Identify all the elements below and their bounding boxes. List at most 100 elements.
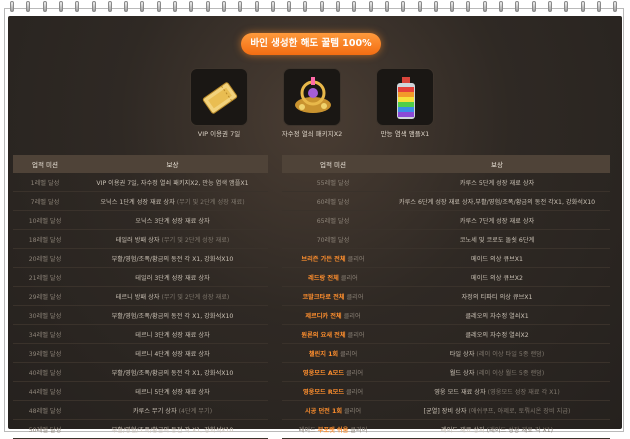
mission-suffix: 클리어 bbox=[344, 293, 364, 301]
binder-ring bbox=[319, 1, 324, 12]
reward-cell: 클레오의 자수정 열쇠X1 bbox=[384, 305, 610, 325]
table-row: 브리즌 가든 전체 클리어 메이드 의상 큐브X1 bbox=[282, 248, 610, 268]
reward-text: 클레오의 자수정 열쇠X1 bbox=[465, 312, 529, 320]
mission-highlight: 코발크타로 전체 bbox=[302, 293, 345, 301]
reward-text: 월드 상자 bbox=[449, 369, 475, 377]
binder-ring bbox=[596, 1, 601, 12]
mission-text: 34레벨 달성 bbox=[28, 331, 62, 339]
mission-highlight: 챌린지 1회 bbox=[308, 350, 339, 358]
mission-suffix: 클리어 bbox=[345, 255, 365, 263]
reward-text: 테르니 3단계 성장 재료 상자 bbox=[135, 331, 210, 339]
reward-cell: 오닉스 1단계 성장 재료 상자 (무기 및 2단계 성장 재료) bbox=[77, 191, 268, 211]
binder-ring bbox=[466, 1, 471, 12]
table-row: 원론의 요새 전체 클리어 클레오의 자수정 열쇠X2 bbox=[282, 324, 610, 344]
reward-cell: 카루스 7단계 성장 재료 상자 bbox=[384, 210, 610, 230]
mission-cell: 레이드 부포렛 쉬움 클리어 bbox=[282, 419, 384, 439]
reward-cell: 자정의 티파티 의상 큐브X1 bbox=[384, 286, 610, 306]
reward-cell: 테일러 3단계 성장 재료 상자 bbox=[77, 267, 268, 287]
mission-text: 18레벨 달성 bbox=[28, 236, 62, 244]
mission-suffix: 클리어 bbox=[344, 369, 364, 377]
mission-cell: 7레벨 달성 bbox=[13, 191, 77, 211]
mission-cell: 70레벨 달성 bbox=[282, 229, 384, 249]
reward-text: 레이드 재료 상자 bbox=[440, 426, 485, 434]
table-row: 39레벨 달성 테르니 4단계 성장 재료 상자 bbox=[13, 343, 268, 363]
table-row: 34레벨 달성 테르니 3단계 성장 재료 상자 bbox=[13, 324, 268, 344]
table-row: 65레벨 달성 카루스 7단계 성장 재료 상자 bbox=[282, 210, 610, 230]
reward-cell: [균열] 장비 상자 (애쉬쿠프, 아제로, 토뤄시온 장비 지급) bbox=[384, 400, 610, 420]
mission-highlight: 브리즌 가든 전체 bbox=[301, 255, 346, 263]
mission-cell: 29레벨 달성 bbox=[13, 286, 77, 306]
mission-cell: 60레벨 달성 bbox=[282, 191, 384, 211]
binder-ring bbox=[547, 1, 552, 12]
mission-cell: 1레벨 달성 bbox=[13, 173, 77, 192]
binder-ring bbox=[531, 1, 536, 12]
reward-text: 영웅 모드 재료 상자 bbox=[434, 388, 486, 396]
reward-text: 카루스 5단계 성장 재료 상자 bbox=[459, 179, 535, 187]
table-row: 60레벨 달성 카루스 6단계 성장 재료 상자,부활/영험/조폭/황금의 동전 … bbox=[282, 191, 610, 211]
reward-item-dye bbox=[376, 68, 434, 126]
reward-text: 자정의 티파티 의상 큐브X1 bbox=[461, 293, 533, 301]
reward-cell: 클레오의 자수정 열쇠X2 bbox=[384, 324, 610, 344]
mission-text: 10레벨 달성 bbox=[28, 217, 62, 225]
binder-ring bbox=[384, 1, 389, 12]
mission-text: 44레벨 달성 bbox=[28, 388, 62, 396]
table-row: 10레벨 달성 오닉스 3단계 성장 재료 상자 bbox=[13, 210, 268, 230]
mission-highlight: 제르디카 전체 bbox=[305, 312, 342, 320]
mission-table-right: 업적 미션 보상 55레벨 달성 카루스 5단계 성장 재료 상자 60레벨 달성 카… bbox=[282, 155, 610, 439]
binder-ring bbox=[303, 1, 308, 12]
reward-cell: VIP 이용권 7일, 자수정 열쇠 패키지X2, 만능 염색 앰플X1 bbox=[77, 173, 268, 192]
reward-text: [균열] 장비 상자 bbox=[423, 407, 467, 415]
reward-cell: 카루스 6단계 성장 재료 상자,부활/영험/조폭/황금의 동전 각X1, 강화… bbox=[384, 191, 610, 211]
reward-item-vip bbox=[190, 68, 248, 126]
mission-suffix: 클리어 bbox=[341, 312, 361, 320]
table-row: 30레벨 달성 부활/영험/조폭/황금의 동전 각 X1, 강화석X10 bbox=[13, 305, 268, 325]
mission-cell: 코발크타로 전체 클리어 bbox=[282, 286, 384, 306]
mission-text: 70레벨 달성 bbox=[316, 236, 350, 244]
mission-cell: 원론의 요새 전체 클리어 bbox=[282, 324, 384, 344]
table-row: 40레벨 달성 부활/영험/조폭/황금의 동전 각 X1, 강화석X10 bbox=[13, 362, 268, 382]
mission-text: 20레벨 달성 bbox=[28, 255, 62, 263]
mission-text: 48레벨 달성 bbox=[28, 407, 62, 415]
mission-highlight: 레드랑 전체 bbox=[308, 274, 339, 282]
binder-ring bbox=[270, 1, 275, 12]
binder-ring bbox=[124, 1, 129, 12]
table-row: 29레벨 달성 테르니 방패 상자 (무기 및 2단계 성장 재료) bbox=[13, 286, 268, 306]
binder-ring bbox=[254, 1, 259, 12]
mission-text: 1레벨 달성 bbox=[30, 179, 60, 187]
reward-note: (4단계 무기) bbox=[178, 407, 213, 415]
reward-note: (레이 이상 타일 5종 랜덤) bbox=[476, 350, 545, 358]
reward-note: (영웅모드 성장 재료 각 X1) bbox=[487, 388, 560, 396]
reward-cell: 부활/영험/조폭/황금의 동전 각 X1, 강화석X10 bbox=[77, 305, 268, 325]
reward-text: 타일 상자 bbox=[449, 350, 475, 358]
table-row: 55레벨 달성 카루스 5단계 성장 재료 상자 bbox=[282, 173, 610, 192]
mission-cell: 18레벨 달성 bbox=[13, 229, 77, 249]
binder-ring bbox=[433, 1, 438, 12]
reward-cell: 영웅 모드 재료 상자 (영웅모드 성장 재료 각 X1) bbox=[384, 381, 610, 401]
reward-cell: 테일러 방패 상자 (무기 및 2단계 성장 재료) bbox=[77, 229, 268, 249]
mission-table-left: 업적 미션 보상 1레벨 달성 VIP 이용권 7일, 자수정 열쇠 패키지X2,… bbox=[13, 155, 268, 439]
reward-cell: 부활/영험/조폭/황금의 동전 각 X1, 강화석X10 bbox=[77, 248, 268, 268]
binder-ring bbox=[613, 1, 618, 12]
table-row: 21레벨 달성 테일러 3단계 성장 재료 상자 bbox=[13, 267, 268, 287]
mission-highlight: 부포렛 쉬움 bbox=[317, 426, 349, 434]
binder-ring bbox=[564, 1, 569, 12]
reward-text: 테르니 방패 상자 bbox=[115, 293, 160, 301]
mission-highlight: 영웅모드 R모드 bbox=[302, 388, 345, 396]
mission-suffix: 클리어 bbox=[338, 350, 358, 358]
binder-ring bbox=[91, 1, 96, 12]
reward-cell: 테르니 3단계 성장 재료 상자 bbox=[77, 324, 268, 344]
reward-cell: 카루스 5단계 성장 재료 상자 bbox=[384, 173, 610, 192]
binder-ring bbox=[482, 1, 487, 12]
reward-cell: 월드 상자 (레이 이상 월드 5종 랜덤) bbox=[384, 362, 610, 382]
binder-ring bbox=[417, 1, 422, 12]
mission-suffix: 클리어 bbox=[342, 407, 362, 415]
table-row: 7레벨 달성 오닉스 1단계 성장 재료 상자 (무기 및 2단계 성장 재료) bbox=[13, 191, 268, 211]
reward-text: 카루스 7단계 성장 재료 상자 bbox=[459, 217, 535, 225]
mission-cell: 20레벨 달성 bbox=[13, 248, 77, 268]
mission-text: 39레벨 달성 bbox=[28, 350, 62, 358]
binder-ring bbox=[287, 1, 292, 12]
binder-ring bbox=[450, 1, 455, 12]
mission-cell: 44레벨 달성 bbox=[13, 381, 77, 401]
header-mission: 업적 미션 bbox=[282, 155, 384, 173]
table-row: 코발크타로 전체 클리어 자정의 티파티 의상 큐브X1 bbox=[282, 286, 610, 306]
